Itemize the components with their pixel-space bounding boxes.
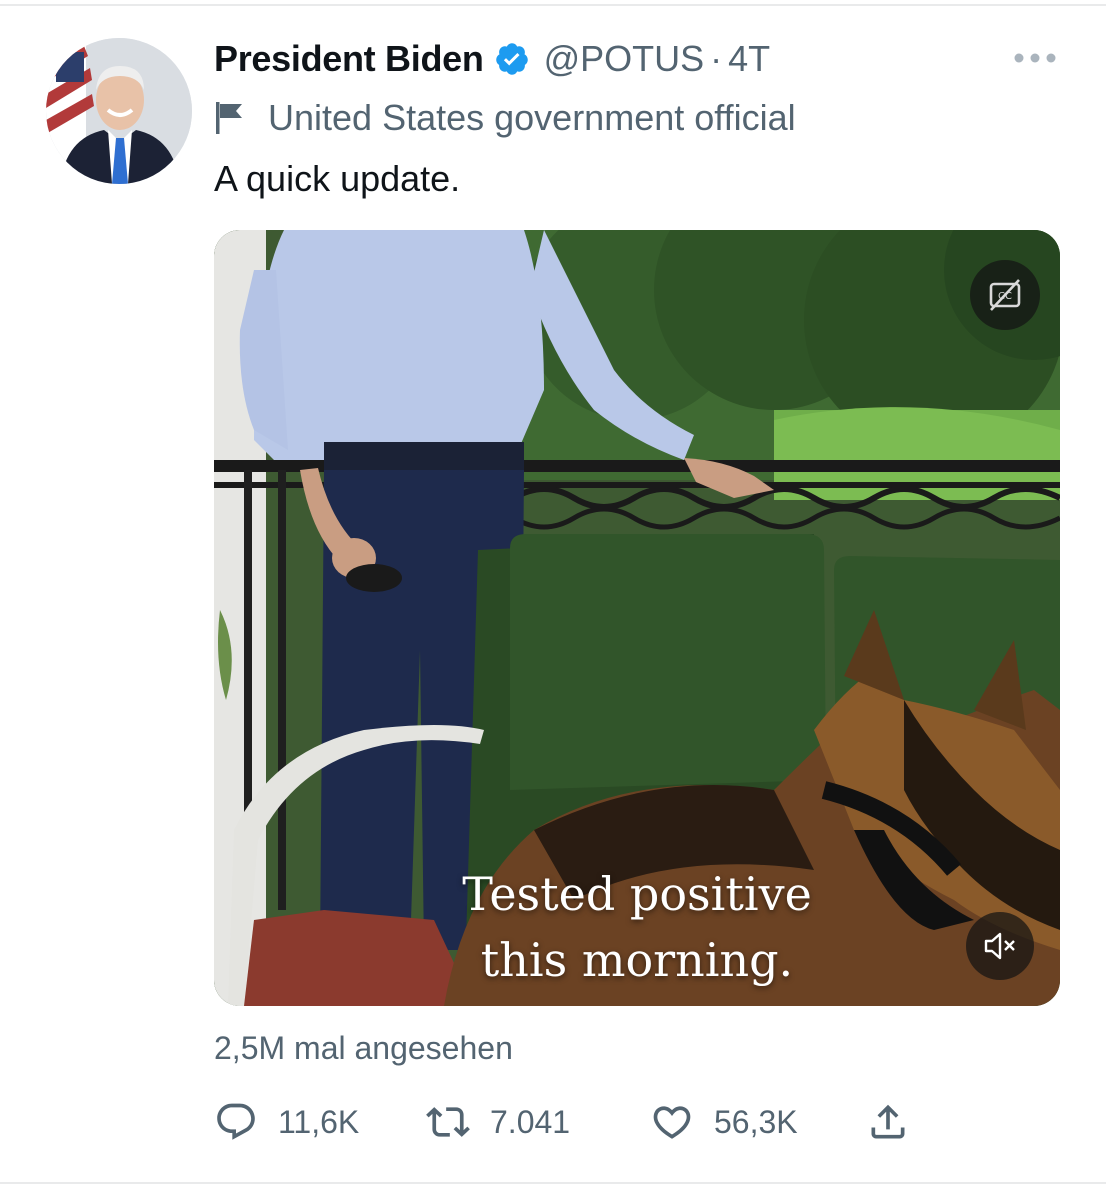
- separator-dot: ·: [710, 38, 723, 79]
- heart-icon: [653, 1106, 691, 1139]
- share-icon: [871, 1104, 905, 1139]
- timestamp[interactable]: 4T: [728, 38, 770, 80]
- closed-captions-icon: CC: [989, 279, 1021, 311]
- view-count: 2,5M mal angesehen: [214, 1030, 513, 1066]
- retweet-icon: [426, 1107, 470, 1137]
- tweet-text: A quick update.: [214, 158, 461, 199]
- closed-captions-button[interactable]: CC: [970, 260, 1040, 330]
- mute-button[interactable]: [966, 912, 1034, 980]
- reply-bubble-icon: [217, 1103, 255, 1140]
- top-divider: [0, 4, 1106, 6]
- retweet-count: 7.041: [490, 1103, 571, 1140]
- speaker-muted-icon: [984, 932, 1015, 960]
- video-caption-line-2: this morning.: [480, 933, 794, 987]
- video-caption-line-1: Tested positive: [462, 867, 812, 921]
- action-bar: 11,6K 7.041 56,3K: [214, 1094, 934, 1150]
- handle[interactable]: @POTUS: [544, 38, 705, 80]
- like-count: 56,3K: [714, 1103, 798, 1140]
- more-horizontal-icon[interactable]: [1008, 44, 1062, 72]
- government-label[interactable]: United States government official: [214, 96, 796, 140]
- video-player[interactable]: Tested positive this morning. CC: [214, 230, 1060, 1006]
- reply-button[interactable]: 11,6K: [214, 1094, 359, 1150]
- reply-count: 11,6K: [278, 1103, 360, 1140]
- verified-badge-icon: [494, 41, 530, 77]
- government-label-text: United States government official: [268, 97, 796, 138]
- flag-icon: [214, 100, 246, 136]
- author-header: President Biden @POTUS · 4T: [214, 36, 770, 82]
- avatar[interactable]: [46, 38, 192, 184]
- display-name[interactable]: President Biden: [214, 38, 484, 80]
- profile-photo: [46, 38, 192, 184]
- share-button[interactable]: [866, 1094, 910, 1150]
- tweet-card: President Biden @POTUS · 4T United State…: [0, 0, 1106, 1200]
- like-button[interactable]: 56,3K: [650, 1094, 798, 1150]
- retweet-button[interactable]: 7.041: [426, 1094, 570, 1150]
- bottom-divider: [0, 1182, 1106, 1184]
